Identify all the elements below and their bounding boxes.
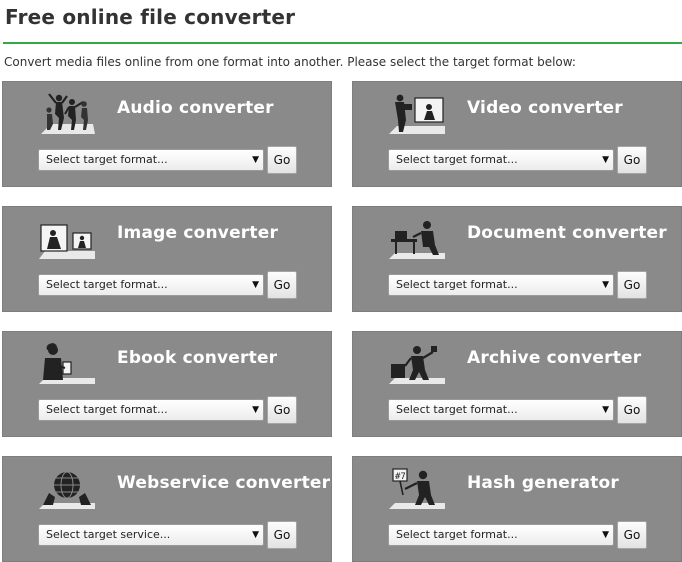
go-button[interactable]: Go xyxy=(617,396,647,424)
target-format-select[interactable]: Select target format... ▼ xyxy=(38,399,264,421)
select-value: Select target format... xyxy=(396,528,518,541)
card-title: Document converter xyxy=(467,223,667,243)
target-format-select[interactable]: Select target format... ▼ xyxy=(388,274,614,296)
select-value: Select target format... xyxy=(46,403,168,416)
photo-frames-icon xyxy=(39,224,95,259)
video-converter-card: Video converter Select target format... … xyxy=(352,81,682,187)
archive-converter-card: Archive converter Select target format..… xyxy=(352,331,682,437)
card-title: Ebook converter xyxy=(117,348,278,368)
go-button[interactable]: Go xyxy=(267,521,297,549)
card-title: Image converter xyxy=(117,223,279,243)
chevron-down-icon: ▼ xyxy=(602,280,609,290)
document-converter-card: Document converter Select target format.… xyxy=(352,206,682,312)
person-reading-tablet-icon xyxy=(39,343,95,384)
webservice-converter-card: Webservice converter Select target servi… xyxy=(2,456,332,562)
ebook-converter-card: Ebook converter Select target format... … xyxy=(2,331,332,437)
go-button[interactable]: Go xyxy=(617,521,647,549)
target-format-select[interactable]: Select target format... ▼ xyxy=(388,399,614,421)
globe-hands-icon xyxy=(39,471,95,509)
person-at-desk-icon xyxy=(389,221,445,259)
video-projector-icon xyxy=(389,94,445,134)
select-value: Select target format... xyxy=(396,153,518,166)
go-button[interactable]: Go xyxy=(267,146,297,174)
card-title: Video converter xyxy=(467,98,623,118)
chevron-down-icon: ▼ xyxy=(252,155,259,165)
target-format-select[interactable]: Select target format... ▼ xyxy=(388,524,614,546)
intro-text: Convert media files online from one form… xyxy=(4,55,576,69)
select-value: Select target service... xyxy=(46,528,171,541)
dancing-people-icon xyxy=(41,93,95,134)
card-title: Audio converter xyxy=(117,98,274,118)
svg-text:#7: #7 xyxy=(395,472,406,482)
person-holding-sign-icon: #7 xyxy=(389,468,445,509)
chevron-down-icon: ▼ xyxy=(602,155,609,165)
image-converter-card: Image converter Select target format... … xyxy=(2,206,332,312)
page-title: Free online file converter xyxy=(5,5,296,29)
chevron-down-icon: ▼ xyxy=(252,405,259,415)
hash-generator-card: #7 Hash generator Select target format..… xyxy=(352,456,682,562)
select-value: Select target format... xyxy=(396,403,518,416)
target-service-select[interactable]: Select target service... ▼ xyxy=(38,524,264,546)
chevron-down-icon: ▼ xyxy=(252,530,259,540)
select-value: Select target format... xyxy=(46,278,168,291)
target-format-select[interactable]: Select target format... ▼ xyxy=(38,149,264,171)
person-with-box-icon xyxy=(389,346,445,384)
go-button[interactable]: Go xyxy=(617,271,647,299)
audio-converter-card: Audio converter Select target format... … xyxy=(2,81,332,187)
chevron-down-icon: ▼ xyxy=(602,405,609,415)
chevron-down-icon: ▼ xyxy=(252,280,259,290)
select-value: Select target format... xyxy=(396,278,518,291)
chevron-down-icon: ▼ xyxy=(602,530,609,540)
card-title: Hash generator xyxy=(467,473,620,493)
select-value: Select target format... xyxy=(46,153,168,166)
card-title: Webservice converter xyxy=(117,473,331,493)
target-format-select[interactable]: Select target format... ▼ xyxy=(38,274,264,296)
target-format-select[interactable]: Select target format... ▼ xyxy=(388,149,614,171)
go-button[interactable]: Go xyxy=(617,146,647,174)
title-divider xyxy=(3,42,682,44)
card-title: Archive converter xyxy=(467,348,642,368)
go-button[interactable]: Go xyxy=(267,271,297,299)
go-button[interactable]: Go xyxy=(267,396,297,424)
